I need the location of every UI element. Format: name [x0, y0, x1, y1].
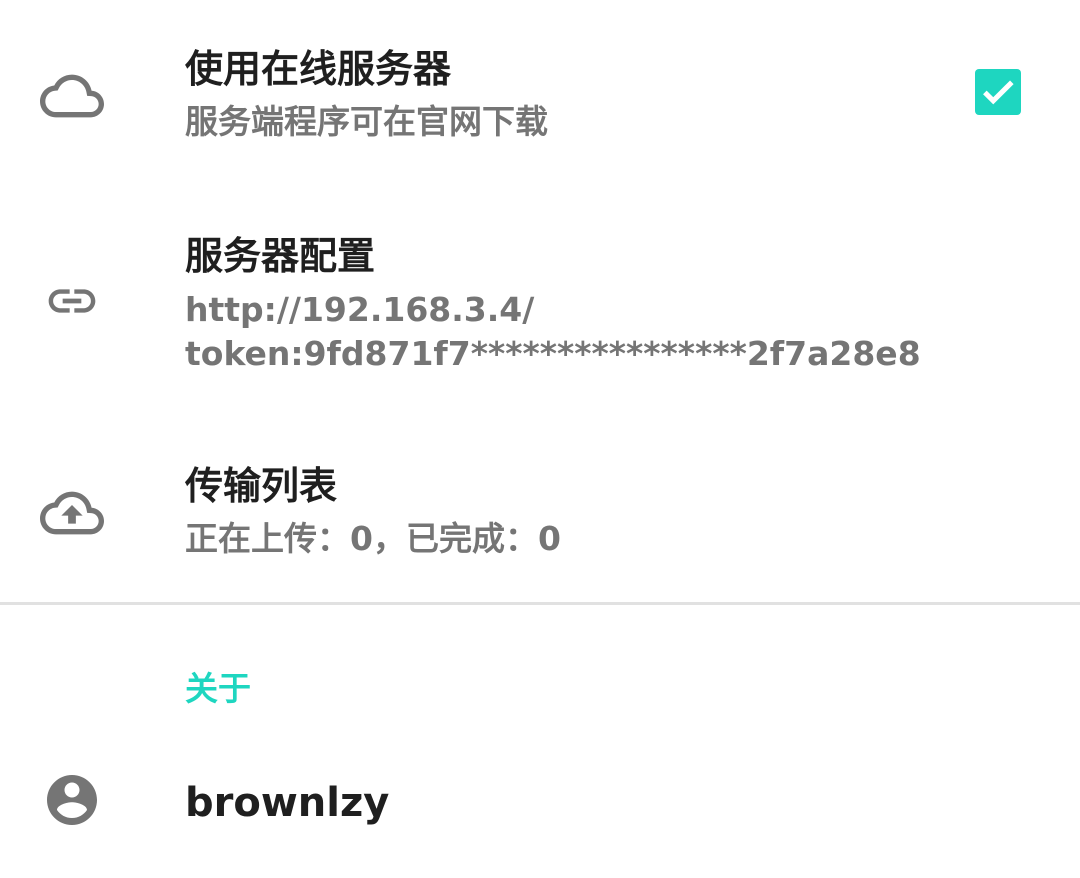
transfer-list-title: 传输列表 [185, 464, 338, 508]
online-server-preference[interactable]: 使用在线服务器 服务端程序可在官网下载 [0, 0, 1080, 190]
cloud-icon [36, 60, 108, 132]
cloud-upload-icon [36, 477, 108, 549]
section-divider [0, 602, 1080, 605]
settings-screen: 使用在线服务器 服务端程序可在官网下载 服务器配置 http://192.168… [0, 0, 1080, 878]
server-config-preference[interactable]: 服务器配置 http://192.168.3.4/ token:9fd871f7… [0, 190, 1080, 410]
account-username: brownlzy [185, 780, 390, 826]
online-server-title: 使用在线服务器 [185, 47, 452, 91]
account-preference[interactable] [0, 740, 1080, 870]
link-icon [36, 265, 108, 337]
check-icon [983, 80, 1014, 105]
about-category-title: 关于 [185, 669, 251, 708]
online-server-summary: 服务端程序可在官网下载 [185, 102, 548, 141]
transfer-list-summary: 正在上传：0，已完成：0 [185, 519, 561, 558]
online-server-checkbox[interactable] [975, 69, 1021, 115]
transfer-list-preference[interactable]: 传输列表 正在上传：0，已完成：0 [0, 410, 1080, 600]
server-config-title: 服务器配置 [185, 234, 376, 278]
account-circle-icon [36, 764, 108, 836]
server-config-token: token:9fd871f7****************2f7a28e8 [185, 334, 921, 373]
server-config-url: http://192.168.3.4/ [185, 290, 535, 329]
